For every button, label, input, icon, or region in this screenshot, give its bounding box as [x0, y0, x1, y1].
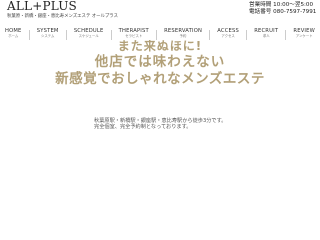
nav-divider [155, 30, 157, 40]
nav-sublabel: システム [40, 34, 55, 38]
nav-sublabel: スケジュール [78, 34, 99, 38]
nav-sublabel: アクセス [221, 34, 235, 38]
page: ALL+PLUS 秋葉原・新橋・銀座・恵比寿メンズエステ オールプラス 営業時間… [0, 0, 320, 240]
nav-sublabel: セラピスト [125, 34, 143, 38]
reservation-note: 完全個室、完全予約制となっております。 [94, 124, 192, 131]
nav-divider [65, 30, 67, 40]
nav-sublabel: 求人 [262, 34, 270, 38]
hero-subheadline: 新感覚でおしゃれなメンズエステ [55, 71, 265, 87]
contact-info: 営業時間 10:00〜翌5:00 電話番号 080-7597-7991 [249, 2, 319, 16]
nav-sublabel: ホーム [8, 34, 19, 38]
site-header: ALL+PLUS 秋葉原・新橋・銀座・恵比寿メンズエステ オールプラス 営業時間… [0, 0, 320, 24]
access-note: 秋葉原駅・新橋駅・銀座駅・恵比寿駅から徒歩3分です。 完全個室、完全予約制となっ… [94, 118, 254, 131]
nav-divider [285, 30, 287, 40]
nav-sublabel: アンケート [295, 34, 313, 38]
nav-sublabel: 予約 [179, 34, 187, 38]
business-hours: 営業時間 10:00〜翌5:00 [249, 2, 314, 8]
site-tagline: 秋葉原・新橋・銀座・恵比寿メンズエステ オールプラス [7, 14, 118, 19]
nav-divider [246, 30, 248, 40]
phone-number[interactable]: 電話番号 080-7597-7991 [249, 9, 319, 16]
logo[interactable]: ALL+PLUS [7, 0, 77, 13]
nav-divider [110, 30, 112, 40]
nav-divider [28, 30, 30, 40]
nav-divider [209, 30, 211, 40]
